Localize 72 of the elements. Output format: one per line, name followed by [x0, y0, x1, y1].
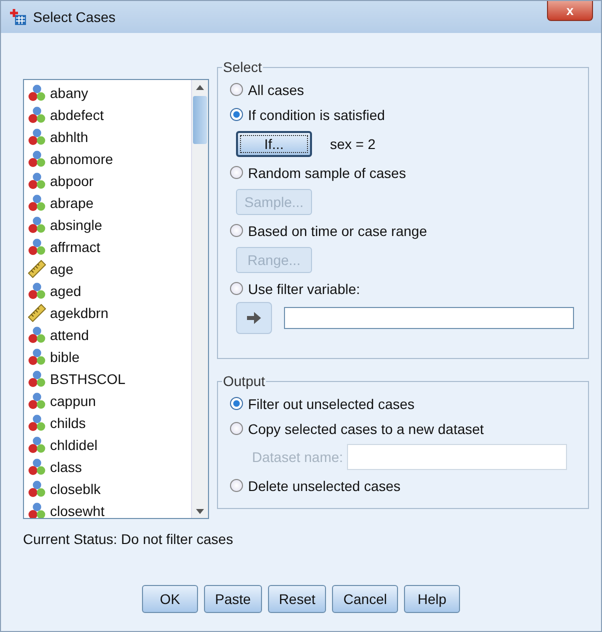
variable-item[interactable]: cappun	[24, 390, 191, 412]
variable-item[interactable]: age	[24, 258, 191, 280]
radio-button[interactable]	[230, 224, 243, 237]
variable-item[interactable]: abpoor	[24, 170, 191, 192]
arrow-icon	[247, 312, 261, 324]
scroll-thumb[interactable]	[193, 96, 207, 144]
balls-icon	[28, 370, 46, 388]
balls-icon	[28, 172, 46, 190]
group-legend: Output	[222, 373, 266, 389]
window-title: Select Cases	[33, 9, 116, 25]
variable-item[interactable]: abnomore	[24, 148, 191, 170]
group-legend: Select	[222, 59, 263, 75]
dialog-button[interactable]: Reset	[268, 585, 326, 613]
table-icon	[9, 8, 27, 26]
balls-icon	[28, 128, 46, 146]
balls-icon	[28, 150, 46, 168]
radio-label[interactable]: All cases	[248, 82, 304, 98]
variable-item[interactable]: affrmact	[24, 236, 191, 258]
radio-label[interactable]: Based on time or case range	[248, 222, 427, 238]
balls-icon	[28, 502, 46, 518]
balls-icon	[28, 414, 46, 432]
radio-button[interactable]	[230, 108, 243, 121]
condition-text: sex = 2	[330, 136, 376, 152]
filter-variable-field[interactable]	[284, 306, 574, 328]
radio-button[interactable]	[230, 397, 243, 410]
radio-label[interactable]: Delete unselected cases	[248, 478, 401, 494]
condition-button[interactable]: If...	[236, 130, 312, 156]
radio-button[interactable]	[230, 166, 243, 179]
variable-item[interactable]: closewht	[24, 500, 191, 518]
radio-button[interactable]	[230, 282, 243, 295]
variable-item[interactable]: aged	[24, 280, 191, 302]
dataset-name-label: Dataset name:	[252, 449, 344, 465]
variable-item[interactable]: childs	[24, 412, 191, 434]
balls-icon	[28, 392, 46, 410]
status-text: Current Status: Do not filter cases	[23, 531, 234, 547]
dialog-button[interactable]: Help	[404, 585, 460, 613]
balls-icon	[28, 194, 46, 212]
variable-item[interactable]: absingle	[24, 214, 191, 236]
variable-item[interactable]: abdefect	[24, 104, 191, 126]
balls-icon	[28, 348, 46, 366]
variable-item[interactable]: BSTHSCOL	[24, 368, 191, 390]
balls-icon	[28, 458, 46, 476]
radio-label[interactable]: If condition is satisfied	[248, 106, 385, 122]
radio-button[interactable]	[230, 83, 243, 96]
variable-item[interactable]: attend	[24, 324, 191, 346]
radio-label[interactable]: Random sample of cases	[248, 164, 406, 180]
variable-item[interactable]: closeblk	[24, 478, 191, 500]
balls-icon	[28, 216, 46, 234]
variable-item[interactable]: bible	[24, 346, 191, 368]
balls-icon	[28, 106, 46, 124]
variable-item[interactable]: agekdbrn	[24, 302, 191, 324]
radio-label[interactable]: Use filter variable:	[248, 280, 360, 296]
radio-label[interactable]: Filter out unselected cases	[248, 396, 415, 412]
variable-item[interactable]: abrape	[24, 192, 191, 214]
balls-icon	[28, 84, 46, 102]
variable-item[interactable]: chldidel	[24, 434, 191, 456]
dialog-button[interactable]: OK	[142, 585, 198, 613]
variable-item[interactable]: abany	[24, 82, 191, 104]
balls-icon	[28, 480, 46, 498]
balls-icon	[28, 238, 46, 256]
radio-button[interactable]	[230, 479, 243, 492]
variable-item[interactable]: abhlth	[24, 126, 191, 148]
dialog-button[interactable]: Cancel	[332, 585, 398, 613]
balls-icon	[28, 282, 46, 300]
balls-icon	[28, 436, 46, 454]
variable-item[interactable]: class	[24, 456, 191, 478]
scrollbar[interactable]	[191, 80, 208, 518]
move-arrow-button[interactable]	[236, 302, 272, 334]
dialog-button[interactable]: Paste	[204, 585, 262, 613]
balls-icon	[28, 326, 46, 344]
radio-label[interactable]: Copy selected cases to a new dataset	[248, 420, 484, 436]
radio-button[interactable]	[230, 422, 243, 435]
